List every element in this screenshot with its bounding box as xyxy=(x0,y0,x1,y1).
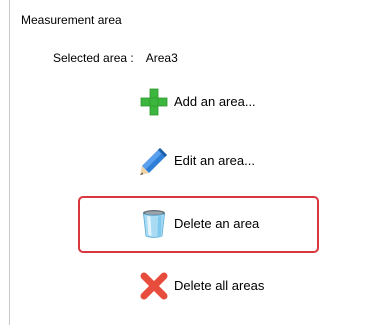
measurement-area-panel: Measurement area Selected area : Area3 Ad… xyxy=(0,0,382,325)
selected-area-value: Area3 xyxy=(145,51,178,65)
delete-area-label: Delete an area xyxy=(174,216,260,231)
pencil-icon xyxy=(138,145,170,177)
edit-area-label: Edit an area... xyxy=(174,153,255,168)
selected-area-row: Selected area : Area3 xyxy=(53,50,178,66)
delete-all-areas-label: Delete all areas xyxy=(174,278,265,293)
add-area-button[interactable]: Add an area... xyxy=(138,86,256,118)
selected-area-label: Selected area : xyxy=(53,51,134,65)
delete-all-areas-button[interactable]: Delete all areas xyxy=(138,270,264,302)
delete-area-button[interactable]: Delete an area xyxy=(138,208,259,240)
plus-icon xyxy=(138,86,170,118)
panel-border xyxy=(9,0,10,325)
group-title: Measurement area xyxy=(21,13,122,27)
red-x-icon xyxy=(138,270,170,302)
trash-can-icon xyxy=(138,208,170,240)
edit-area-button[interactable]: Edit an area... xyxy=(138,145,255,177)
add-area-label: Add an area... xyxy=(174,94,256,109)
